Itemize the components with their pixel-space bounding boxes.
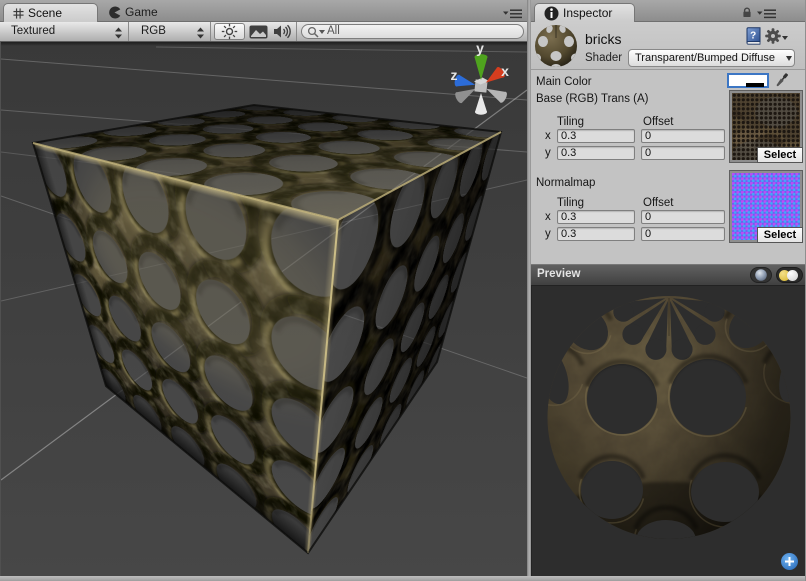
svg-text:z: z bbox=[451, 67, 458, 83]
svg-text:?: ? bbox=[750, 30, 756, 41]
svg-text:x: x bbox=[501, 63, 509, 79]
